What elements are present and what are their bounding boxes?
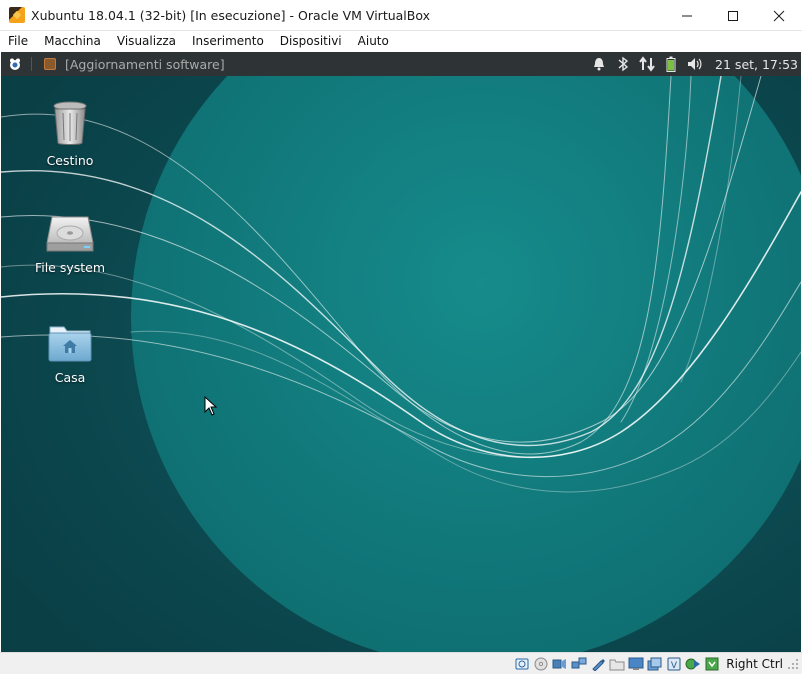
virtualbox-app-icon [9,7,25,23]
network-icon[interactable] [571,656,587,672]
window-title: Xubuntu 18.04.1 (32-bit) [In esecuzione]… [31,7,431,23]
panel-separator [31,57,32,71]
top-panel: [Aggiornamenti software] 21 set, 17:53 [1,52,801,76]
battery-icon[interactable] [659,52,683,76]
hard-drive-icon [46,216,94,252]
minimize-button[interactable] [664,0,710,31]
maximize-button[interactable] [710,0,756,31]
menubar: File Macchina Visualizza Inserimento Dis… [0,31,802,52]
desktop-icon-label: File system [34,260,106,275]
menu-dispositivi[interactable]: Dispositivi [272,31,350,52]
menu-visualizza[interactable]: Visualizza [109,31,184,52]
usb-icon[interactable] [590,656,606,672]
close-button[interactable] [756,0,802,31]
bluetooth-icon[interactable] [611,52,635,76]
desktop-icon-cestino[interactable]: Cestino [30,100,110,168]
host-key-label: Right Ctrl [726,656,783,671]
xfce-mouse-icon [10,58,20,70]
notification-bell-icon[interactable] [587,52,611,76]
close-icon [773,10,785,21]
vbox-statusbar: V Right Ctrl [0,652,802,674]
minimize-icon [682,15,692,16]
taskbar-window-button[interactable]: [Aggiornamenti software] [65,57,225,72]
mouse-pointer-icon [204,396,218,416]
display-icon[interactable] [628,656,644,672]
window-controls [664,0,802,31]
desktop-icon-casa[interactable]: Casa [30,325,110,385]
panel-clock[interactable]: 21 set, 17:53 [715,57,798,72]
maximize-icon [728,10,738,21]
desktop-icon-label: Casa [54,370,86,385]
virtualization-icon[interactable]: V [666,656,682,672]
shared-folders-icon[interactable] [609,656,625,672]
home-folder-icon [48,326,92,362]
window-titlebar[interactable]: Xubuntu 18.04.1 (32-bit) [In esecuzione]… [0,0,802,31]
video-capture-icon[interactable] [647,656,663,672]
audio-icon[interactable] [552,656,568,672]
vm-screen[interactable]: [Aggiornamenti software] 21 set, 17:53 C… [1,52,801,652]
hard-disk-icon[interactable] [514,656,530,672]
desktop-icon-label: Cestino [46,153,94,168]
software-updater-icon [44,58,56,70]
whisker-menu-button[interactable] [7,56,23,72]
svg-text:V: V [671,661,678,671]
desktop-wallpaper [1,52,801,652]
system-tray: 21 set, 17:53 [587,52,801,76]
menu-file[interactable]: File [0,31,36,52]
trash-icon [53,101,87,145]
volume-icon[interactable] [683,52,707,76]
menu-macchina[interactable]: Macchina [36,31,109,52]
host-key-icon[interactable] [704,656,720,672]
mouse-integration-icon[interactable] [685,656,701,672]
desktop-icon-file-system[interactable]: File system [30,215,110,275]
menu-aiuto[interactable]: Aiuto [350,31,397,52]
resize-grip-icon[interactable] [787,658,799,670]
optical-drive-icon[interactable] [533,656,549,672]
network-transfer-icon[interactable] [635,52,659,76]
menu-inserimento[interactable]: Inserimento [184,31,272,52]
